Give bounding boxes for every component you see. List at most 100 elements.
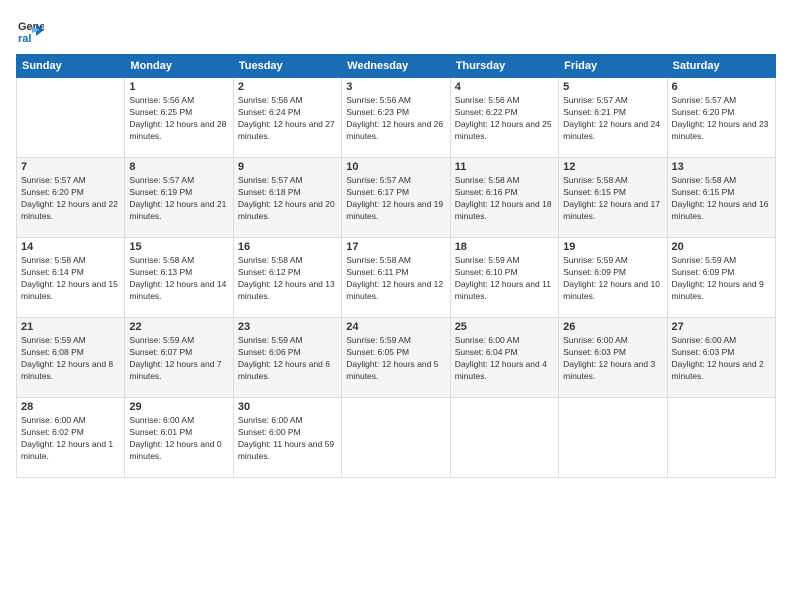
calendar-empty-cell [450, 398, 558, 478]
calendar-day-27: 27Sunrise: 6:00 AMSunset: 6:03 PMDayligh… [667, 318, 775, 398]
calendar-day-13: 13 Sunrise: 5:58 AMSunset: 6:15 PMDayligh… [667, 158, 775, 238]
calendar-day-17: 17 Sunrise: 5:58 AMSunset: 6:11 PMDayligh… [342, 238, 450, 318]
day-number: 29 [129, 401, 228, 413]
day-number: 14 [21, 241, 120, 253]
day-number: 3 [346, 81, 445, 93]
logo-icon: Gene ral [16, 16, 44, 44]
calendar-header-tuesday: Tuesday [233, 55, 341, 78]
calendar-header-wednesday: Wednesday [342, 55, 450, 78]
calendar-day-24: 24 Sunrise: 5:59 AMSunset: 6:05 PMDayligh… [342, 318, 450, 398]
day-info: Sunrise: 5:58 AMSunset: 6:15 PMDaylight:… [672, 175, 771, 223]
day-info: Sunrise: 5:59 AMSunset: 6:07 PMDaylight:… [129, 335, 228, 383]
calendar-table: SundayMondayTuesdayWednesdayThursdayFrid… [16, 54, 776, 478]
calendar-day-3: 3 Sunrise: 5:56 AMSunset: 6:23 PMDaylight… [342, 78, 450, 158]
day-info: Sunrise: 5:57 AMSunset: 6:18 PMDaylight:… [238, 175, 337, 223]
day-number: 1 [129, 81, 228, 93]
day-number: 2 [238, 81, 337, 93]
calendar-week-row: 28 Sunrise: 6:00 AMSunset: 6:02 PMDayligh… [17, 398, 776, 478]
calendar-day-15: 15 Sunrise: 5:58 AMSunset: 6:13 PMDayligh… [125, 238, 233, 318]
calendar-day-19: 19 Sunrise: 5:59 AMSunset: 6:09 PMDayligh… [559, 238, 667, 318]
day-number: 8 [129, 161, 228, 173]
calendar-day-30: 30 Sunrise: 6:00 AMSunset: 6:00 PMDayligh… [233, 398, 341, 478]
calendar-day-7: 7Sunrise: 5:57 AMSunset: 6:20 PMDaylight… [17, 158, 125, 238]
day-number: 16 [238, 241, 337, 253]
day-info: Sunrise: 6:00 AMSunset: 6:01 PMDaylight:… [129, 415, 228, 463]
day-info: Sunrise: 5:58 AMSunset: 6:11 PMDaylight:… [346, 255, 445, 303]
day-info: Sunrise: 5:57 AMSunset: 6:20 PMDaylight:… [21, 175, 120, 223]
calendar-empty-cell [667, 398, 775, 478]
calendar-week-row: 21Sunrise: 5:59 AMSunset: 6:08 PMDayligh… [17, 318, 776, 398]
day-number: 15 [129, 241, 228, 253]
day-info: Sunrise: 5:57 AMSunset: 6:20 PMDaylight:… [672, 95, 771, 143]
day-number: 13 [672, 161, 771, 173]
calendar-day-26: 26 Sunrise: 6:00 AMSunset: 6:03 PMDayligh… [559, 318, 667, 398]
day-number: 24 [346, 321, 445, 333]
day-info: Sunrise: 6:00 AMSunset: 6:03 PMDaylight:… [563, 335, 662, 383]
calendar-empty-cell [559, 398, 667, 478]
day-number: 30 [238, 401, 337, 413]
calendar-day-6: 6 Sunrise: 5:57 AMSunset: 6:20 PMDaylight… [667, 78, 775, 158]
calendar-header-saturday: Saturday [667, 55, 775, 78]
calendar-week-row: 14 Sunrise: 5:58 AMSunset: 6:14 PMDayligh… [17, 238, 776, 318]
day-info: Sunrise: 5:56 AMSunset: 6:23 PMDaylight:… [346, 95, 445, 143]
page-header: Gene ral [16, 16, 776, 44]
calendar-day-2: 2 Sunrise: 5:56 AMSunset: 6:24 PMDaylight… [233, 78, 341, 158]
day-number: 9 [238, 161, 337, 173]
day-number: 4 [455, 81, 554, 93]
day-number: 11 [455, 161, 554, 173]
calendar-week-row: 1 Sunrise: 5:56 AMSunset: 6:25 PMDaylight… [17, 78, 776, 158]
day-info: Sunrise: 5:58 AMSunset: 6:13 PMDaylight:… [129, 255, 228, 303]
day-info: Sunrise: 5:58 AMSunset: 6:16 PMDaylight:… [455, 175, 554, 223]
day-number: 21 [21, 321, 120, 333]
calendar-day-18: 18 Sunrise: 5:59 AMSunset: 6:10 PMDayligh… [450, 238, 558, 318]
day-number: 23 [238, 321, 337, 333]
calendar-day-14: 14 Sunrise: 5:58 AMSunset: 6:14 PMDayligh… [17, 238, 125, 318]
calendar-day-16: 16 Sunrise: 5:58 AMSunset: 6:12 PMDayligh… [233, 238, 341, 318]
day-number: 18 [455, 241, 554, 253]
svg-text:ral: ral [18, 33, 31, 44]
day-info: Sunrise: 5:57 AMSunset: 6:17 PMDaylight:… [346, 175, 445, 223]
calendar-header-sunday: Sunday [17, 55, 125, 78]
calendar-empty-cell [17, 78, 125, 158]
calendar-day-22: 22 Sunrise: 5:59 AMSunset: 6:07 PMDayligh… [125, 318, 233, 398]
day-info: Sunrise: 5:56 AMSunset: 6:24 PMDaylight:… [238, 95, 337, 143]
calendar-day-1: 1 Sunrise: 5:56 AMSunset: 6:25 PMDaylight… [125, 78, 233, 158]
day-info: Sunrise: 5:57 AMSunset: 6:19 PMDaylight:… [129, 175, 228, 223]
day-number: 20 [672, 241, 771, 253]
calendar-day-8: 8 Sunrise: 5:57 AMSunset: 6:19 PMDaylight… [125, 158, 233, 238]
day-number: 17 [346, 241, 445, 253]
day-info: Sunrise: 5:56 AMSunset: 6:25 PMDaylight:… [129, 95, 228, 143]
day-number: 19 [563, 241, 662, 253]
day-number: 28 [21, 401, 120, 413]
calendar-day-25: 25 Sunrise: 6:00 AMSunset: 6:04 PMDayligh… [450, 318, 558, 398]
day-info: Sunrise: 5:56 AMSunset: 6:22 PMDaylight:… [455, 95, 554, 143]
day-info: Sunrise: 5:59 AMSunset: 6:09 PMDaylight:… [563, 255, 662, 303]
calendar-day-5: 5 Sunrise: 5:57 AMSunset: 6:21 PMDaylight… [559, 78, 667, 158]
day-info: Sunrise: 5:57 AMSunset: 6:21 PMDaylight:… [563, 95, 662, 143]
day-number: 25 [455, 321, 554, 333]
calendar-header-friday: Friday [559, 55, 667, 78]
calendar-header-monday: Monday [125, 55, 233, 78]
calendar-day-28: 28 Sunrise: 6:00 AMSunset: 6:02 PMDayligh… [17, 398, 125, 478]
day-info: Sunrise: 5:58 AMSunset: 6:14 PMDaylight:… [21, 255, 120, 303]
day-info: Sunrise: 5:58 AMSunset: 6:12 PMDaylight:… [238, 255, 337, 303]
day-number: 6 [672, 81, 771, 93]
logo: Gene ral [16, 16, 46, 44]
day-info: Sunrise: 6:00 AMSunset: 6:02 PMDaylight:… [21, 415, 120, 463]
calendar-day-29: 29 Sunrise: 6:00 AMSunset: 6:01 PMDayligh… [125, 398, 233, 478]
calendar-day-12: 12Sunrise: 5:58 AMSunset: 6:15 PMDayligh… [559, 158, 667, 238]
calendar-header-thursday: Thursday [450, 55, 558, 78]
day-info: Sunrise: 6:00 AMSunset: 6:04 PMDaylight:… [455, 335, 554, 383]
day-info: Sunrise: 5:59 AMSunset: 6:05 PMDaylight:… [346, 335, 445, 383]
day-number: 26 [563, 321, 662, 333]
day-info: Sunrise: 5:59 AMSunset: 6:10 PMDaylight:… [455, 255, 554, 303]
day-number: 12 [563, 161, 662, 173]
day-info: Sunrise: 6:00 AMSunset: 6:03 PMDaylight:… [672, 335, 771, 383]
day-info: Sunrise: 5:59 AMSunset: 6:06 PMDaylight:… [238, 335, 337, 383]
day-number: 10 [346, 161, 445, 173]
calendar-day-20: 20Sunrise: 5:59 AMSunset: 6:09 PMDayligh… [667, 238, 775, 318]
calendar-day-4: 4 Sunrise: 5:56 AMSunset: 6:22 PMDaylight… [450, 78, 558, 158]
day-number: 5 [563, 81, 662, 93]
day-number: 22 [129, 321, 228, 333]
day-info: Sunrise: 6:00 AMSunset: 6:00 PMDaylight:… [238, 415, 337, 463]
